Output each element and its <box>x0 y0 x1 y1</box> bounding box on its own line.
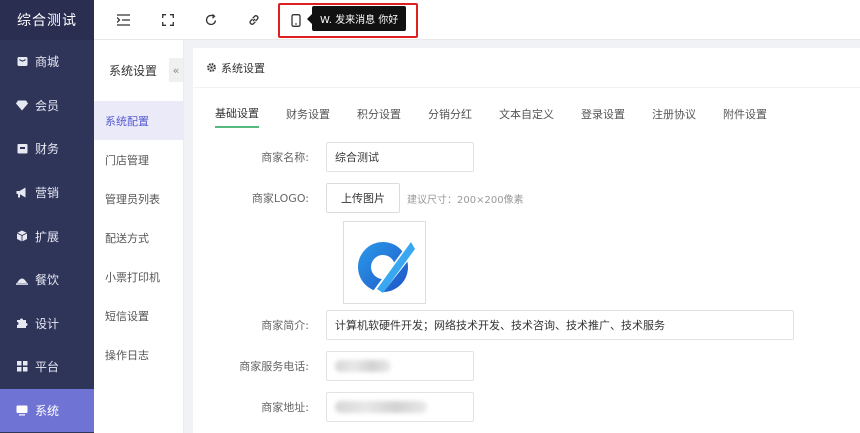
monitor-icon <box>15 404 29 418</box>
menu-fold-icon[interactable] <box>115 12 131 28</box>
nav-label: 系统 <box>35 404 60 419</box>
nav-label: 餐饮 <box>35 273 60 288</box>
nav-label: 会员 <box>35 98 60 113</box>
form-row-logo: 商家LOGO: 上传图片 建议尺寸：200×200像素 <box>193 183 524 213</box>
sub-item-store-management[interactable]: 门店管理 <box>94 140 183 179</box>
refresh-icon[interactable] <box>203 12 219 28</box>
sub-item-delivery-method[interactable]: 配送方式 <box>94 218 183 257</box>
merchant-phone-input[interactable] <box>326 351 474 381</box>
fullscreen-icon[interactable] <box>160 12 176 28</box>
merchant-intro-input[interactable]: 计算机软硬件开发；网络技术开发、技术咨询、技术推广、技术服务 <box>326 310 794 340</box>
merchant-name-input[interactable]: 综合测试 <box>326 142 474 172</box>
cube-icon <box>15 229 29 243</box>
panel-title: 系统设置 <box>221 61 265 75</box>
grid-icon <box>15 360 29 374</box>
tab-custom-text[interactable]: 文本自定义 <box>499 100 554 128</box>
sub-sidebar: 系统设置 « 系统配置 门店管理 管理员列表 配送方式 小票打印机 短信设置 操… <box>94 40 184 433</box>
nav-item-finance[interactable]: 财务 <box>0 127 94 171</box>
tab-distribution[interactable]: 分销分红 <box>428 100 472 128</box>
nav-item-platform[interactable]: 平台 <box>0 345 94 389</box>
merchant-logo-preview[interactable] <box>343 221 426 304</box>
merchant-address-label: 商家地址: <box>261 401 309 414</box>
tab-agreement[interactable]: 注册协议 <box>652 100 696 128</box>
nav-label: 商城 <box>35 55 60 70</box>
nav-item-system[interactable]: 系统 <box>0 388 94 433</box>
panel-header: 系统设置 <box>193 48 860 88</box>
megaphone-icon <box>15 186 29 200</box>
blurred-value <box>335 401 427 413</box>
form-row-phone: 商家服务电话: <box>193 351 474 381</box>
tab-basic[interactable]: 基础设置 <box>215 100 259 128</box>
tab-login[interactable]: 登录设置 <box>581 100 625 128</box>
main-sidebar: 综合测试 商城 会员 财务 营销 扩展 餐饮 设计 平台 系统 <box>0 0 94 433</box>
dish-icon <box>15 273 29 287</box>
sub-item-admin-list[interactable]: 管理员列表 <box>94 179 183 218</box>
tab-finance[interactable]: 财务设置 <box>286 100 330 128</box>
sub-item-receipt-printer[interactable]: 小票打印机 <box>94 257 183 296</box>
merchant-logo-label: 商家LOGO: <box>251 192 309 205</box>
brand-title: 综合测试 <box>0 0 94 40</box>
upload-image-button[interactable]: 上传图片 <box>326 183 400 213</box>
merchant-phone-label: 商家服务电话: <box>239 360 309 373</box>
nav-label: 财务 <box>35 142 60 157</box>
nav-label: 设计 <box>35 316 60 331</box>
sub-sidebar-title: 系统设置 <box>109 64 158 78</box>
sub-sidebar-header: 系统设置 « <box>94 40 183 101</box>
blurred-value <box>335 360 391 372</box>
form-row-name: 商家名称: 综合测试 <box>193 142 474 172</box>
tab-points[interactable]: 积分设置 <box>357 100 401 128</box>
diamond-icon <box>15 98 29 112</box>
nav-item-mall[interactable]: 商城 <box>0 40 94 84</box>
merchant-name-label: 商家名称: <box>261 151 309 164</box>
sub-item-sms-settings[interactable]: 短信设置 <box>94 296 183 335</box>
nav-item-marketing[interactable]: 营销 <box>0 171 94 215</box>
form-row-address: 商家地址: <box>193 392 474 422</box>
sub-item-system-config[interactable]: 系统配置 <box>94 101 183 140</box>
nav-label: 平台 <box>35 360 60 375</box>
nav-item-extension[interactable]: 扩展 <box>0 214 94 258</box>
nav-item-catering[interactable]: 餐饮 <box>0 258 94 302</box>
nav-item-member[interactable]: 会员 <box>0 84 94 128</box>
nav-label: 营销 <box>35 186 60 201</box>
form-row-intro: 商家简介: 计算机软硬件开发；网络技术开发、技术咨询、技术推广、技术服务 <box>193 310 794 340</box>
link-icon[interactable] <box>246 12 262 28</box>
top-toolbar <box>94 0 860 40</box>
tab-attachment[interactable]: 附件设置 <box>723 100 767 128</box>
sub-item-operation-log[interactable]: 操作日志 <box>94 335 183 374</box>
wallet-icon <box>15 142 29 156</box>
merchant-intro-label: 商家简介: <box>261 319 309 332</box>
puzzle-icon <box>15 316 29 330</box>
message-tooltip: W. 发来消息 你好 <box>306 6 407 31</box>
mall-icon <box>15 55 29 69</box>
merchant-address-input[interactable] <box>326 392 474 422</box>
nav-label: 扩展 <box>35 229 60 244</box>
nav-item-design[interactable]: 设计 <box>0 302 94 346</box>
settings-panel: 系统设置 基础设置 财务设置 积分设置 分销分红 文本自定义 登录设置 注册协议… <box>193 48 860 433</box>
logo-size-hint: 建议尺寸：200×200像素 <box>407 194 524 206</box>
merchant-logo-image <box>357 236 419 295</box>
gear-icon <box>206 62 217 73</box>
collapse-button[interactable]: « <box>169 58 183 82</box>
settings-tabs: 基础设置 财务设置 积分设置 分销分红 文本自定义 登录设置 注册协议 附件设置 <box>215 100 794 130</box>
